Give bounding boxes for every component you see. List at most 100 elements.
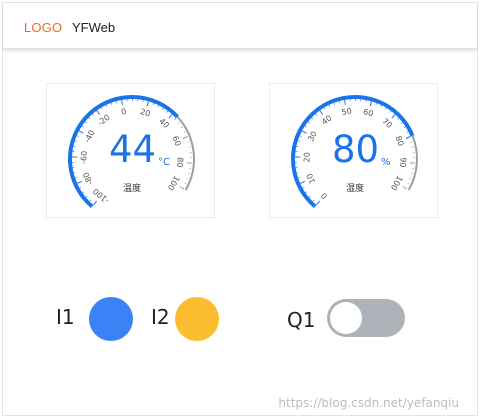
humidity-tick-mark bbox=[304, 125, 307, 128]
humidity-tick-label: 70 bbox=[380, 117, 394, 131]
humidity-tick-mark bbox=[297, 140, 300, 142]
temperature-tick-mark bbox=[79, 187, 82, 189]
temperature-tick-mark bbox=[74, 140, 77, 142]
temperature-tick-mark bbox=[105, 104, 108, 107]
humidity-tick-mark bbox=[298, 177, 301, 179]
temperature-tick-label: -100 bbox=[91, 186, 111, 205]
humidity-tick-mark bbox=[312, 199, 315, 202]
humidity-tick-mark bbox=[299, 180, 305, 184]
temperature-tick-mark bbox=[115, 101, 118, 104]
temperature-tick-mark bbox=[101, 107, 103, 110]
humidity-tick-mark bbox=[319, 110, 324, 115]
temperature-tick-mark bbox=[96, 110, 101, 115]
temperature-tick-label: 80 bbox=[175, 157, 185, 168]
humidity-tick-mark bbox=[385, 107, 387, 110]
humidity-tick-mark bbox=[344, 99, 346, 105]
temperature-tick-mark bbox=[180, 126, 183, 129]
input-i1-indicator bbox=[89, 297, 133, 341]
humidity-tick-mark bbox=[307, 121, 310, 124]
humidity-tick-mark bbox=[328, 104, 331, 107]
input-i2-indicator bbox=[175, 297, 219, 341]
temperature-tick-mark bbox=[187, 141, 190, 143]
humidity-tick-mark bbox=[389, 110, 392, 113]
logo[interactable]: LOGO bbox=[24, 20, 62, 35]
temperature-tick-mark bbox=[82, 191, 85, 194]
temperature-tick-mark bbox=[152, 102, 154, 106]
humidity-tick-label: 50 bbox=[341, 106, 353, 117]
humidity-tick-label: 80 bbox=[393, 135, 405, 148]
temperature-tick-mark bbox=[146, 101, 150, 107]
temperature-tick-mark bbox=[81, 125, 84, 128]
temperature-tick-mark bbox=[166, 110, 169, 113]
humidity-tick-mark bbox=[301, 130, 307, 134]
temperature-tick-mark bbox=[92, 113, 95, 116]
temperature-tick-mark bbox=[184, 183, 187, 185]
temperature-tick-label: 0 bbox=[120, 107, 127, 117]
humidity-tick-label: 90 bbox=[398, 157, 408, 168]
humidity-tick-label: 0 bbox=[319, 191, 329, 201]
humidity-tick-mark bbox=[333, 102, 336, 105]
temperature-tick-mark bbox=[84, 121, 87, 124]
input-i2-label: I2 bbox=[151, 305, 170, 329]
output-q1-label: Q1 bbox=[287, 308, 316, 332]
humidity-tick-mark bbox=[410, 141, 413, 143]
humidity-tick-label: 20 bbox=[302, 152, 311, 162]
temperature-tick-label: 100 bbox=[166, 174, 181, 192]
humidity-tick-mark bbox=[315, 113, 318, 116]
humidity-tick-mark bbox=[308, 195, 311, 198]
output-q1-toggle[interactable] bbox=[327, 299, 405, 337]
humidity-tick-mark bbox=[316, 200, 321, 206]
header-bar: LOGO YFWeb bbox=[3, 3, 477, 49]
humidity-tick-mark bbox=[369, 101, 373, 107]
temperature-tick-label: 40 bbox=[157, 117, 171, 131]
temperature-gauge-card: -100 -80 -60 -40 -20 0 20 40 60 80 100 44 °C 温度 bbox=[46, 83, 215, 218]
temperature-label: 温度 bbox=[123, 184, 142, 194]
temperature-value: 44 bbox=[109, 128, 157, 171]
watermark: https://blog.csdn.net/yefanqiu bbox=[278, 396, 459, 410]
temperature-tick-mark bbox=[88, 117, 91, 120]
temperature-tick-label: -20 bbox=[96, 113, 112, 128]
humidity-tick-mark bbox=[406, 131, 409, 133]
site-name[interactable]: YFWeb bbox=[72, 20, 115, 35]
temperature-tick-mark bbox=[183, 131, 186, 133]
toggle-knob[interactable] bbox=[330, 302, 362, 334]
temperature-tick-label: -80 bbox=[81, 171, 95, 187]
temperature-tick-label: -60 bbox=[79, 151, 88, 164]
humidity-unit: % bbox=[381, 157, 391, 168]
app-frame: LOGO YFWeb -100 -80 -60 -40 -20 0 20 40 60 80 100 … bbox=[2, 2, 478, 416]
temperature-tick-mark bbox=[89, 199, 92, 202]
humidity-tick-mark bbox=[299, 135, 302, 137]
temperature-tick-mark bbox=[121, 99, 123, 105]
humidity-tick-mark bbox=[324, 107, 326, 110]
humidity-tick-mark bbox=[311, 117, 314, 120]
temperature-tick-label: 20 bbox=[139, 107, 151, 118]
temperature-tick-mark bbox=[75, 177, 78, 179]
temperature-tick-label: 60 bbox=[170, 135, 182, 148]
humidity-tick-label: 40 bbox=[320, 114, 334, 127]
humidity-label: 湿度 bbox=[346, 184, 365, 194]
temperature-tick-label: -40 bbox=[83, 129, 97, 145]
humidity-tick-mark bbox=[407, 183, 410, 185]
humidity-tick-mark bbox=[397, 118, 400, 120]
temperature-tick-mark bbox=[85, 195, 88, 198]
humidity-tick-mark bbox=[391, 114, 396, 119]
temperature-tick-mark bbox=[177, 122, 180, 124]
humidity-tick-mark bbox=[409, 178, 412, 180]
humidity-tick-label: 30 bbox=[306, 130, 319, 143]
humidity-tick-mark bbox=[375, 102, 377, 106]
input-i1-label: I1 bbox=[56, 305, 75, 329]
temperature-unit: °C bbox=[158, 157, 170, 168]
temperature-tick-mark bbox=[174, 118, 177, 120]
humidity-tick-label: 10 bbox=[305, 172, 317, 185]
humidity-tick-label: 60 bbox=[362, 107, 374, 118]
temperature-tick-mark bbox=[162, 107, 164, 110]
humidity-value: 80 bbox=[332, 128, 380, 171]
humidity-tick-mark bbox=[403, 126, 406, 129]
humidity-tick-mark bbox=[400, 122, 403, 124]
humidity-tick-mark bbox=[338, 101, 341, 104]
humidity-tick-label: 100 bbox=[389, 174, 404, 192]
temperature-tick-mark bbox=[168, 114, 173, 119]
temperature-tick-mark bbox=[186, 178, 189, 180]
temperature-tick-mark bbox=[76, 135, 79, 137]
temperature-tick-mark bbox=[93, 200, 98, 206]
